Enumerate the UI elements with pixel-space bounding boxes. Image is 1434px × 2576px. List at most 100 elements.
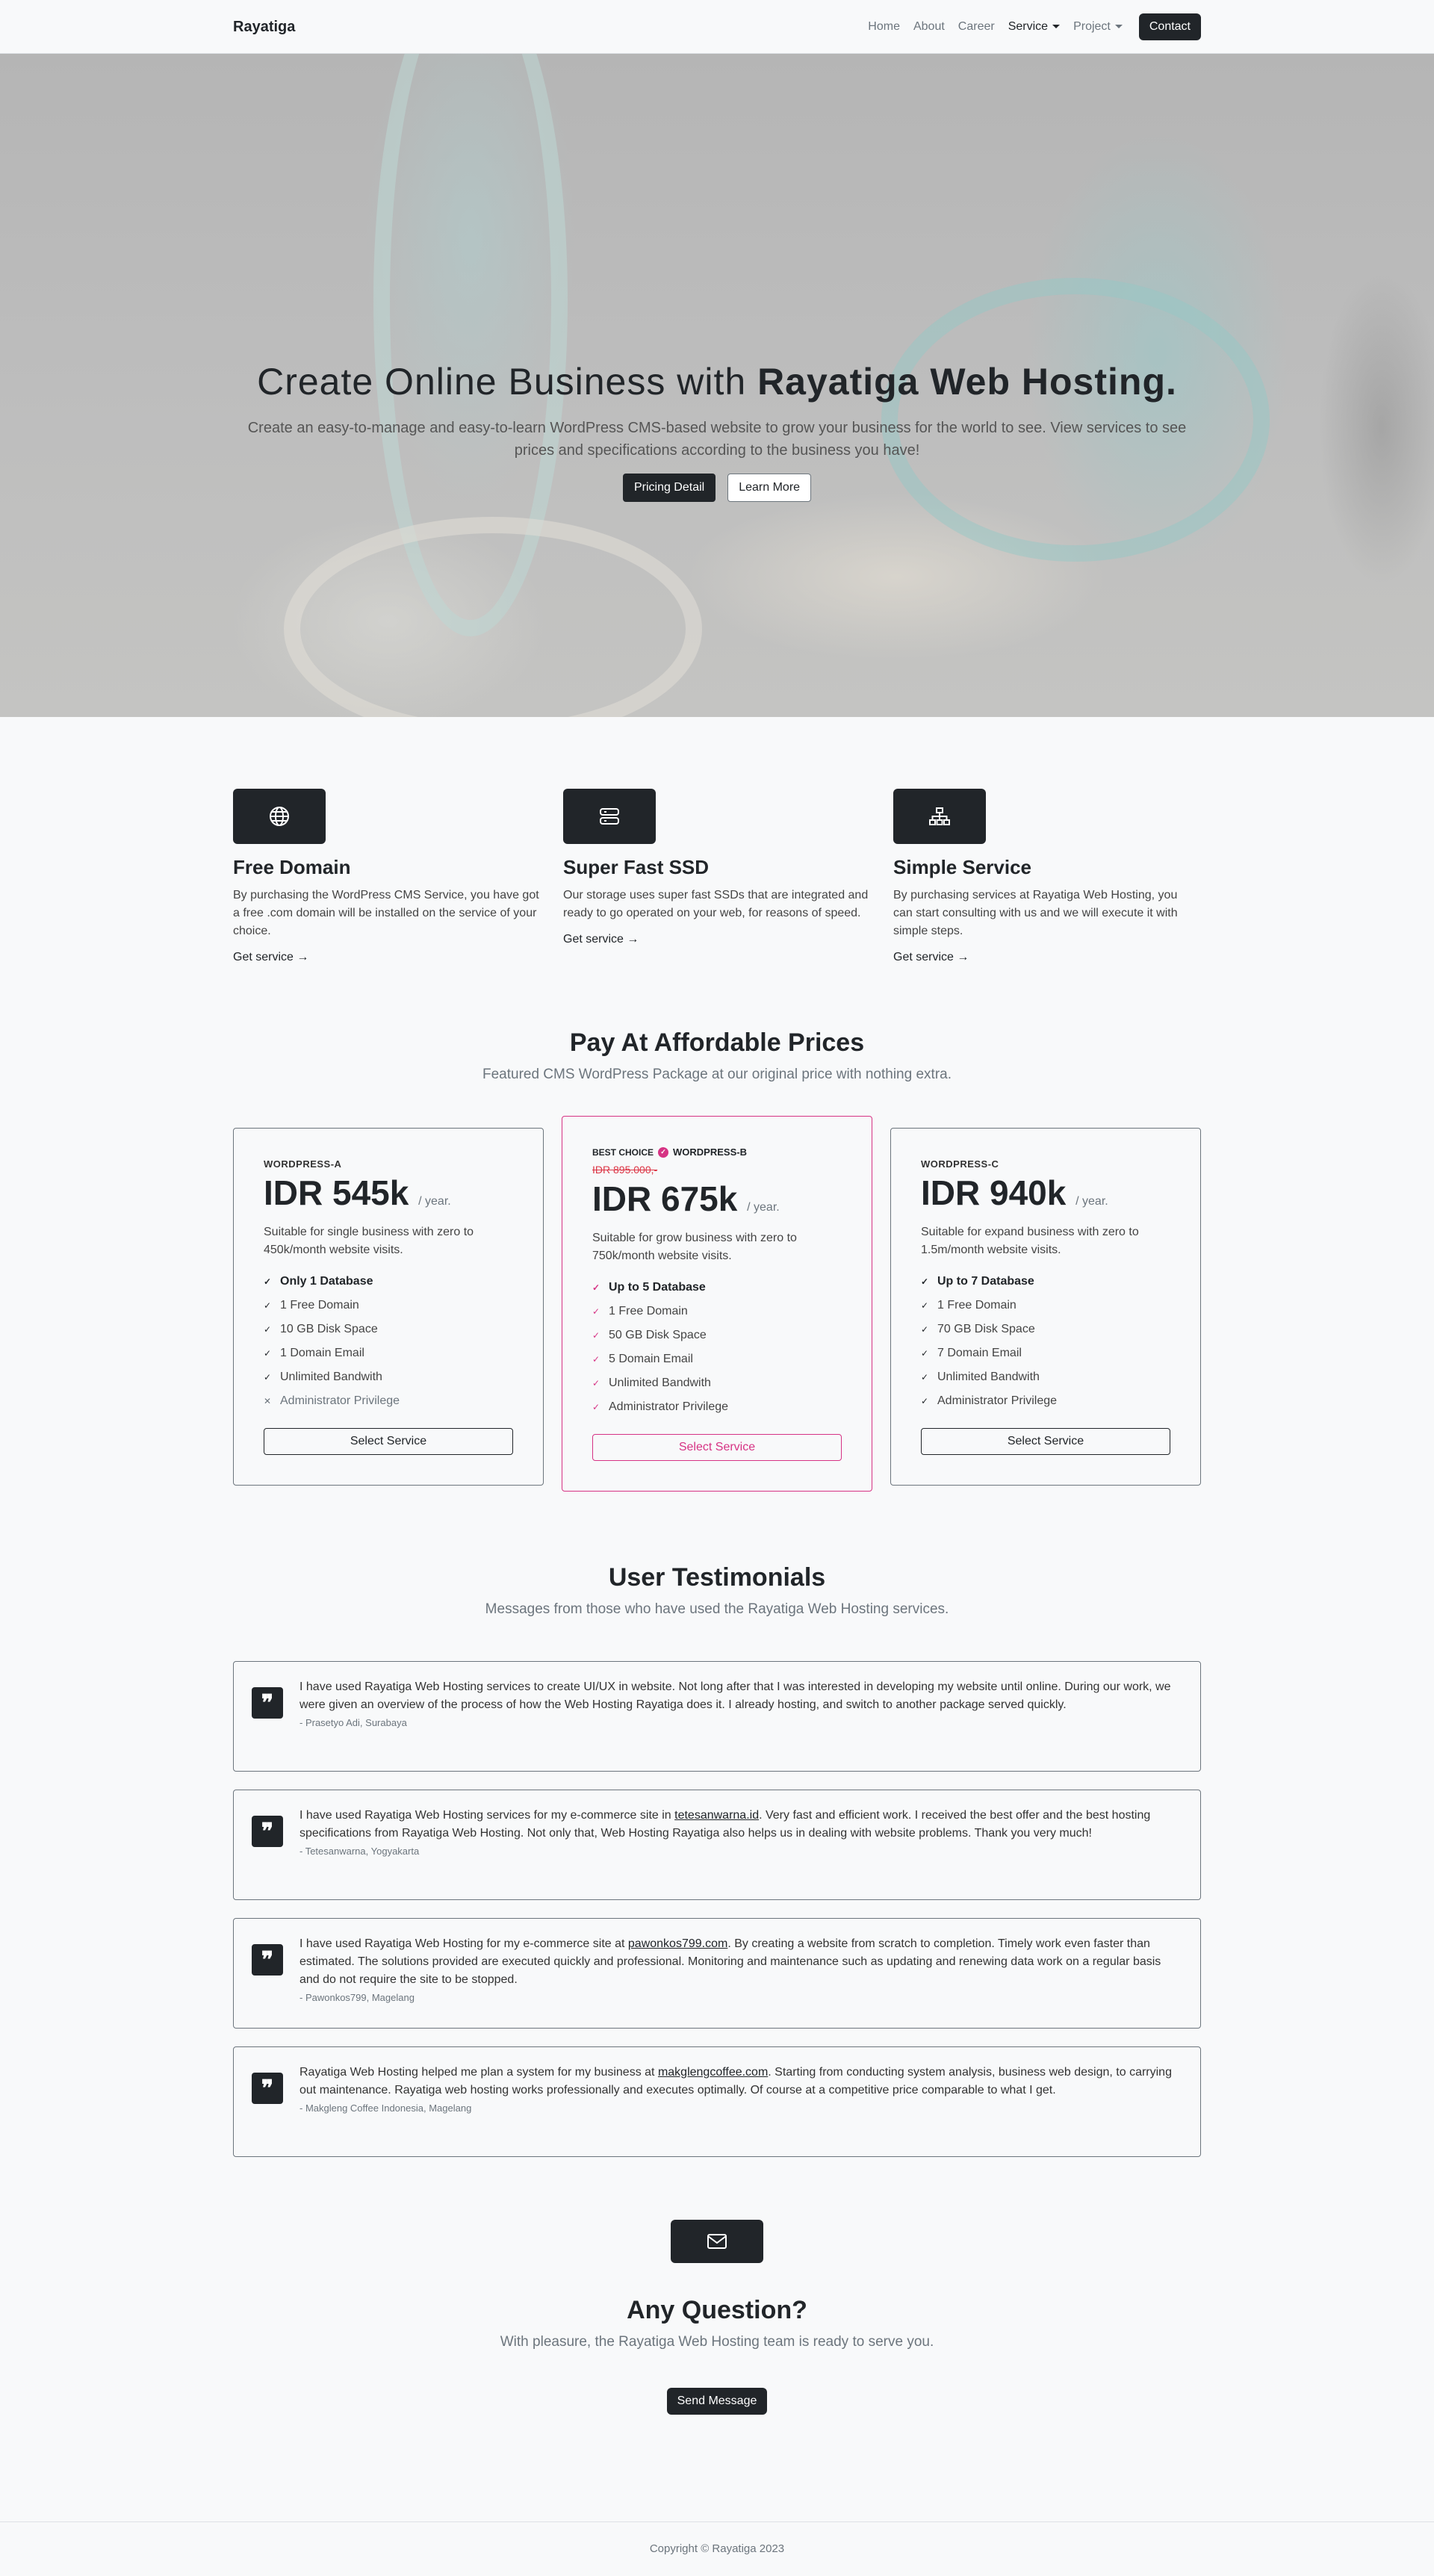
hero-background-cable (284, 517, 702, 717)
pricing-header: Pay At Affordable Prices Featured CMS Wo… (233, 1028, 1201, 1083)
get-service-link[interactable]: Get service → (563, 933, 869, 946)
testimonial-author: - Prasetyo Adi, Surabaya (299, 1717, 407, 1728)
arrow-right-icon: → (957, 951, 969, 963)
testimonial-site-link[interactable]: pawonkos799.com (628, 1937, 727, 1950)
plan-name: WORDPRESS-B (673, 1146, 747, 1158)
get-service-link[interactable]: Get service → (233, 951, 539, 964)
plan-description: Suitable for expand business with zero t… (921, 1226, 1139, 1256)
copyright-text: Copyright © Rayatiga 2023 (649, 2542, 785, 2555)
plan-feature-item: ✓ 1 Free Domain (264, 1294, 513, 1318)
server-icon (563, 789, 656, 844)
plan-name: WORDPRESS-C (921, 1158, 999, 1170)
hero-subtitle: Create an easy-to-manage and easy-to-lea… (247, 420, 1187, 459)
nav-home[interactable]: Home (868, 20, 900, 34)
check-icon: ✓ (921, 1372, 929, 1382)
plan-features: ✓ Up to 7 Database ✓ 1 Free Domain ✓ 70 GB … (921, 1270, 1170, 1413)
plan-feature-item: ✓ Unlimited Bandwith (921, 1365, 1170, 1389)
check-icon: ✓ (592, 1306, 600, 1317)
caret-down-icon (1052, 25, 1061, 29)
pricing-detail-button[interactable]: Pricing Detail (622, 474, 716, 502)
check-icon: ✓ (264, 1300, 272, 1311)
plan-card-b: BEST CHOICE ✓ WORDPRESS-B IDR 895.000,- … (562, 1116, 872, 1492)
envelope-icon (671, 2220, 763, 2263)
quote-icon: ❞ (252, 2073, 283, 2104)
navbar: Rayatiga Home About Career Service Proje… (0, 0, 1434, 54)
plan-feature-item: ✓ 50 GB Disk Space (592, 1323, 842, 1347)
get-service-label: Get service (233, 951, 294, 963)
globe-icon (233, 789, 326, 844)
testimonial-text: I have used Rayatiga Web Hosting service… (299, 1809, 1151, 1840)
feature-card: Super Fast SSD Our storage uses super fa… (563, 789, 869, 964)
caret-down-icon (1114, 25, 1123, 29)
testimonial-site-link[interactable]: makglengcoffee.com (658, 2066, 768, 2079)
get-service-label: Get service (893, 951, 954, 963)
feature-title: Free Domain (233, 856, 351, 878)
hero-section: Create Online Business with Rayatiga Web… (0, 54, 1434, 717)
send-message-button[interactable]: Send Message (666, 2388, 768, 2415)
testimonial-text: I have used Rayatiga Web Hosting service… (299, 1680, 1171, 1711)
question-title: Any Question? (627, 2296, 807, 2324)
x-icon: ✕ (264, 1396, 272, 1406)
get-service-label: Get service (563, 933, 624, 946)
select-service-button[interactable]: Select Service (921, 1428, 1170, 1455)
nav-links: Home About Career Service Project Contac… (868, 13, 1201, 40)
testimonial-card: ❞ I have used Rayatiga Web Hosting for m… (233, 1918, 1201, 2029)
plan-feature-item: ✓ Up to 7 Database (921, 1270, 1170, 1294)
hero-title-plain: Create Online Business with (257, 361, 758, 403)
plan-feature-item: ✓ 1 Free Domain (592, 1300, 842, 1323)
testimonial-card: ❞ I have used Rayatiga Web Hosting servi… (233, 1790, 1201, 1900)
plan-price: IDR 675k / year. (592, 1179, 842, 1219)
footer: Copyright © Rayatiga 2023 (0, 2521, 1434, 2576)
testimonial-author: - Makgleng Coffee Indonesia, Magelang (299, 2102, 472, 2114)
plan-feature-item: ✓ Only 1 Database (264, 1270, 513, 1294)
check-icon: ✓ (592, 1330, 600, 1341)
brand-logo[interactable]: Rayatiga (233, 19, 295, 36)
check-icon: ✓ (921, 1348, 929, 1359)
plan-features: ✓ Up to 5 Database ✓ 1 Free Domain ✓ 50 GB … (592, 1276, 842, 1419)
feature-title: Simple Service (893, 856, 1031, 878)
check-icon: ✓ (264, 1276, 272, 1287)
check-icon: ✓ (592, 1354, 600, 1365)
features-section: Free Domain By purchasing the WordPress … (233, 789, 1201, 964)
diagram-icon (893, 789, 986, 844)
get-service-link[interactable]: Get service → (893, 951, 1199, 964)
plan-feature-item: ✓ 1 Domain Email (264, 1341, 513, 1365)
check-icon: ✓ (264, 1372, 272, 1382)
testimonial-author: - Pawonkos799, Magelang (299, 1992, 415, 2003)
testimonial-content: I have used Rayatiga Web Hosting service… (299, 1807, 1182, 1883)
testimonial-content: Rayatiga Web Hosting helped me plan a sy… (299, 2064, 1182, 2140)
testimonial-text: Rayatiga Web Hosting helped me plan a sy… (299, 2066, 1172, 2097)
plan-feature-item: ✓ 7 Domain Email (921, 1341, 1170, 1365)
plan-card-a: WORDPRESS-A IDR 545k / year. Suitable fo… (233, 1128, 544, 1486)
plan-price-value: IDR 675k (592, 1179, 738, 1218)
hero-buttons: Pricing Detail Learn More (0, 474, 1434, 502)
plan-price-value: IDR 545k (264, 1173, 409, 1212)
select-service-button[interactable]: Select Service (592, 1434, 842, 1461)
nav-project-dropdown[interactable]: Project (1073, 20, 1123, 34)
nav-career[interactable]: Career (958, 20, 995, 34)
plan-feature-item: ✓ 70 GB Disk Space (921, 1318, 1170, 1341)
testimonial-content: I have used Rayatiga Web Hosting service… (299, 1678, 1182, 1754)
plan-feature-item: ✓ Administrator Privilege (921, 1389, 1170, 1413)
contact-button[interactable]: Contact (1138, 13, 1201, 40)
check-icon: ✓ (921, 1396, 929, 1406)
plan-feature-item: ✕ Administrator Privilege (264, 1389, 513, 1413)
plan-feature-item: ✓ Administrator Privilege (592, 1395, 842, 1419)
plan-feature-item: ✓ 1 Free Domain (921, 1294, 1170, 1318)
testimonial-site-link[interactable]: tetesanwarna.id (674, 1809, 759, 1822)
nav-service-dropdown[interactable]: Service (1008, 20, 1061, 34)
select-service-button[interactable]: Select Service (264, 1428, 513, 1455)
question-subtitle: With pleasure, the Rayatiga Web Hosting … (500, 2334, 934, 2350)
feature-title: Super Fast SSD (563, 856, 710, 878)
old-price: IDR 895.000,- (592, 1164, 658, 1176)
question-section: Any Question? With pleasure, the Rayatig… (233, 2220, 1201, 2415)
learn-more-button[interactable]: Learn More (727, 474, 812, 502)
nav-about[interactable]: About (913, 20, 945, 34)
quote-icon: ❞ (252, 1687, 283, 1719)
plan-name: WORDPRESS-A (264, 1158, 342, 1170)
quote-icon: ❞ (252, 1816, 283, 1847)
check-icon: ✓ (921, 1300, 929, 1311)
pricing-title: Pay At Affordable Prices (569, 1028, 865, 1057)
best-choice-label: BEST CHOICE (592, 1146, 654, 1158)
testimonial-text: I have used Rayatiga Web Hosting for my … (299, 1937, 1161, 1986)
